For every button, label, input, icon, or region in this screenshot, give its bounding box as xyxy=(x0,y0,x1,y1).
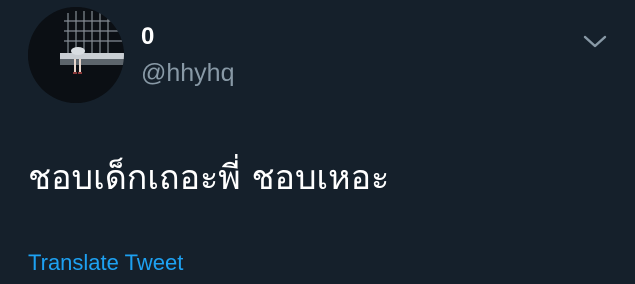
chevron-down-icon xyxy=(583,35,607,48)
author-display-name[interactable]: 0 xyxy=(141,23,154,51)
tweet-text: ชอบเด็กเถอะพี่ ชอบเหอะ xyxy=(28,158,390,198)
author-avatar[interactable] xyxy=(28,7,124,103)
tweet-menu-button[interactable] xyxy=(578,28,612,56)
translate-tweet-link[interactable]: Translate Tweet xyxy=(28,249,183,277)
avatar-photo-icon xyxy=(28,7,124,103)
author-handle[interactable]: @hhyhq xyxy=(141,58,235,88)
tweet-card: 0 @hhyhq ชอบเด็กเถอะพี่ ชอบเหอะ Translat… xyxy=(0,0,635,284)
